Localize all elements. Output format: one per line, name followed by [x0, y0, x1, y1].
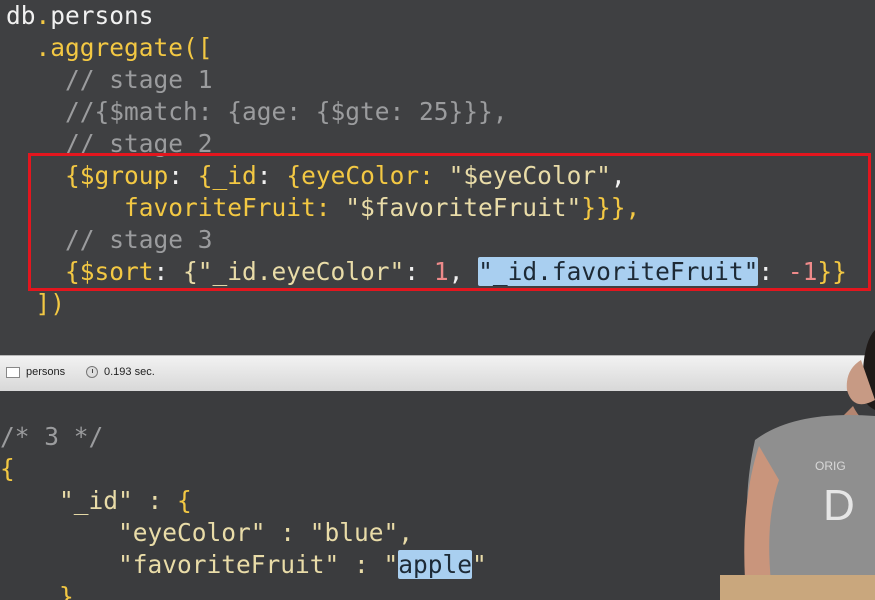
code-token: }	[0, 582, 74, 600]
result-line: {	[0, 453, 15, 485]
selected-text: apple	[398, 550, 473, 579]
code-token: /* 3 */	[0, 422, 104, 451]
code-token: "favoriteFruit" : "	[0, 550, 399, 579]
highlight-box	[28, 153, 871, 291]
result-line: "eyeColor" : "blue",	[0, 517, 413, 549]
table-edge	[720, 575, 875, 600]
code-token: "	[472, 550, 487, 579]
code-token: .	[35, 1, 51, 30]
code-token: persons	[50, 1, 154, 30]
svg-text:ORIG: ORIG	[815, 459, 846, 473]
result-line: /* 3 */	[0, 421, 103, 453]
code-line: ])	[6, 288, 66, 320]
code-token: "_id" :	[0, 486, 178, 515]
query-time: 0.193 sec.	[104, 366, 155, 378]
code-line: // stage 1	[6, 64, 213, 96]
collection-icon	[6, 366, 20, 378]
code-token: {	[177, 486, 192, 515]
clock-icon	[86, 366, 98, 378]
presenter-video: ORIG D	[744, 330, 875, 600]
time-status: 0.193 sec.	[86, 366, 155, 378]
code-token: {	[0, 454, 15, 483]
result-line: "_id" : {	[0, 485, 192, 517]
result-line: "favoriteFruit" : "apple"	[0, 549, 487, 581]
svg-text:D: D	[823, 481, 855, 530]
collection-name: persons	[26, 366, 66, 378]
code-line: .aggregate([	[6, 32, 213, 64]
code-token: .aggregate([	[6, 33, 213, 62]
result-line: }	[0, 581, 74, 600]
code-line: db.persons	[6, 0, 154, 32]
query-editor[interactable]: db.persons .aggregate([ // stage 1 //{$m…	[0, 0, 875, 355]
code-token: // stage 1	[6, 65, 213, 94]
code-token: ])	[6, 289, 66, 318]
code-line: //{$match: {age: {$gte: 25}}},	[6, 96, 508, 128]
code-token: //{$match: {age: {$gte: 25}}},	[6, 97, 508, 126]
code-token: "eyeColor" : "blue",	[0, 518, 414, 547]
collection-status: persons	[6, 366, 65, 378]
code-token: db	[6, 1, 36, 30]
